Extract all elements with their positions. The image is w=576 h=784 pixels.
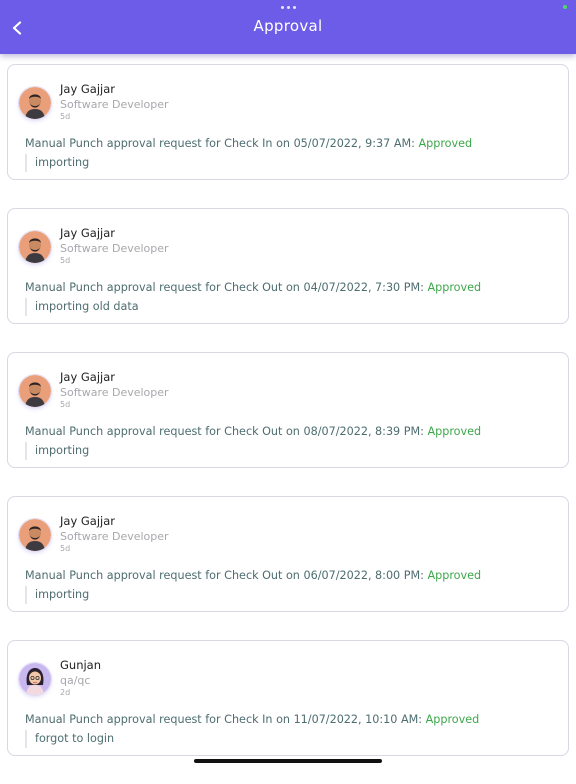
approval-message: Manual Punch approval request for Check …: [25, 425, 481, 438]
avatar: [19, 87, 51, 119]
approval-card[interactable]: Jay Gajjar Software Developer 5d Manual …: [7, 64, 569, 180]
approval-reason: importing: [25, 586, 89, 604]
dot: [287, 6, 290, 9]
status-approved: Approved: [426, 713, 480, 726]
message-text: Manual Punch approval request for Check …: [25, 281, 427, 294]
employee-name: Gunjan: [60, 658, 101, 672]
avatar: [19, 519, 51, 551]
approval-card[interactable]: Jay Gajjar Software Developer 5d Manual …: [7, 352, 569, 468]
male-avatar-icon: [19, 231, 51, 263]
employee-name: Jay Gajjar: [60, 514, 115, 528]
female-avatar-icon: [19, 663, 51, 695]
approval-message: Manual Punch approval request for Check …: [25, 281, 481, 294]
approval-message: Manual Punch approval request for Check …: [25, 137, 472, 150]
time-ago: 5d: [60, 544, 70, 553]
time-ago: 5d: [60, 112, 70, 121]
approval-message: Manual Punch approval request for Check …: [25, 569, 481, 582]
employee-role: Software Developer: [60, 98, 169, 111]
approval-reason: importing: [25, 442, 89, 460]
approval-reason: forgot to login: [25, 730, 114, 748]
message-text: Manual Punch approval request for Check …: [25, 137, 418, 150]
approval-message: Manual Punch approval request for Check …: [25, 713, 479, 726]
employee-name: Jay Gajjar: [60, 226, 115, 240]
employee-role: Software Developer: [60, 386, 169, 399]
status-approved: Approved: [427, 569, 481, 582]
approval-reason: importing old data: [25, 298, 139, 316]
approval-reason: importing: [25, 154, 89, 172]
avatar: [19, 231, 51, 263]
employee-role: Software Developer: [60, 530, 169, 543]
status-indicator: [563, 5, 567, 9]
male-avatar-icon: [19, 375, 51, 407]
status-approved: Approved: [427, 425, 481, 438]
time-ago: 5d: [60, 400, 70, 409]
status-approved: Approved: [418, 137, 472, 150]
dot: [281, 6, 284, 9]
employee-name: Jay Gajjar: [60, 370, 115, 384]
employee-name: Jay Gajjar: [60, 82, 115, 96]
page-title: Approval: [0, 17, 576, 35]
employee-role: qa/qc: [60, 674, 90, 687]
message-text: Manual Punch approval request for Check …: [25, 425, 427, 438]
time-ago: 2d: [60, 688, 70, 697]
male-avatar-icon: [19, 519, 51, 551]
approval-list: Jay Gajjar Software Developer 5d Manual …: [7, 64, 569, 784]
avatar: [19, 375, 51, 407]
dot: [293, 6, 296, 9]
employee-role: Software Developer: [60, 242, 169, 255]
window-handle[interactable]: [281, 6, 296, 9]
time-ago: 5d: [60, 256, 70, 265]
male-avatar-icon: [19, 87, 51, 119]
status-approved: Approved: [427, 281, 481, 294]
home-indicator[interactable]: [194, 759, 382, 763]
avatar: [19, 663, 51, 695]
message-text: Manual Punch approval request for Check …: [25, 713, 426, 726]
approval-card[interactable]: Gunjan qa/qc 2d Manual Punch approval re…: [7, 640, 569, 756]
approval-card[interactable]: Jay Gajjar Software Developer 5d Manual …: [7, 496, 569, 612]
approval-card[interactable]: Jay Gajjar Software Developer 5d Manual …: [7, 208, 569, 324]
message-text: Manual Punch approval request for Check …: [25, 569, 427, 582]
